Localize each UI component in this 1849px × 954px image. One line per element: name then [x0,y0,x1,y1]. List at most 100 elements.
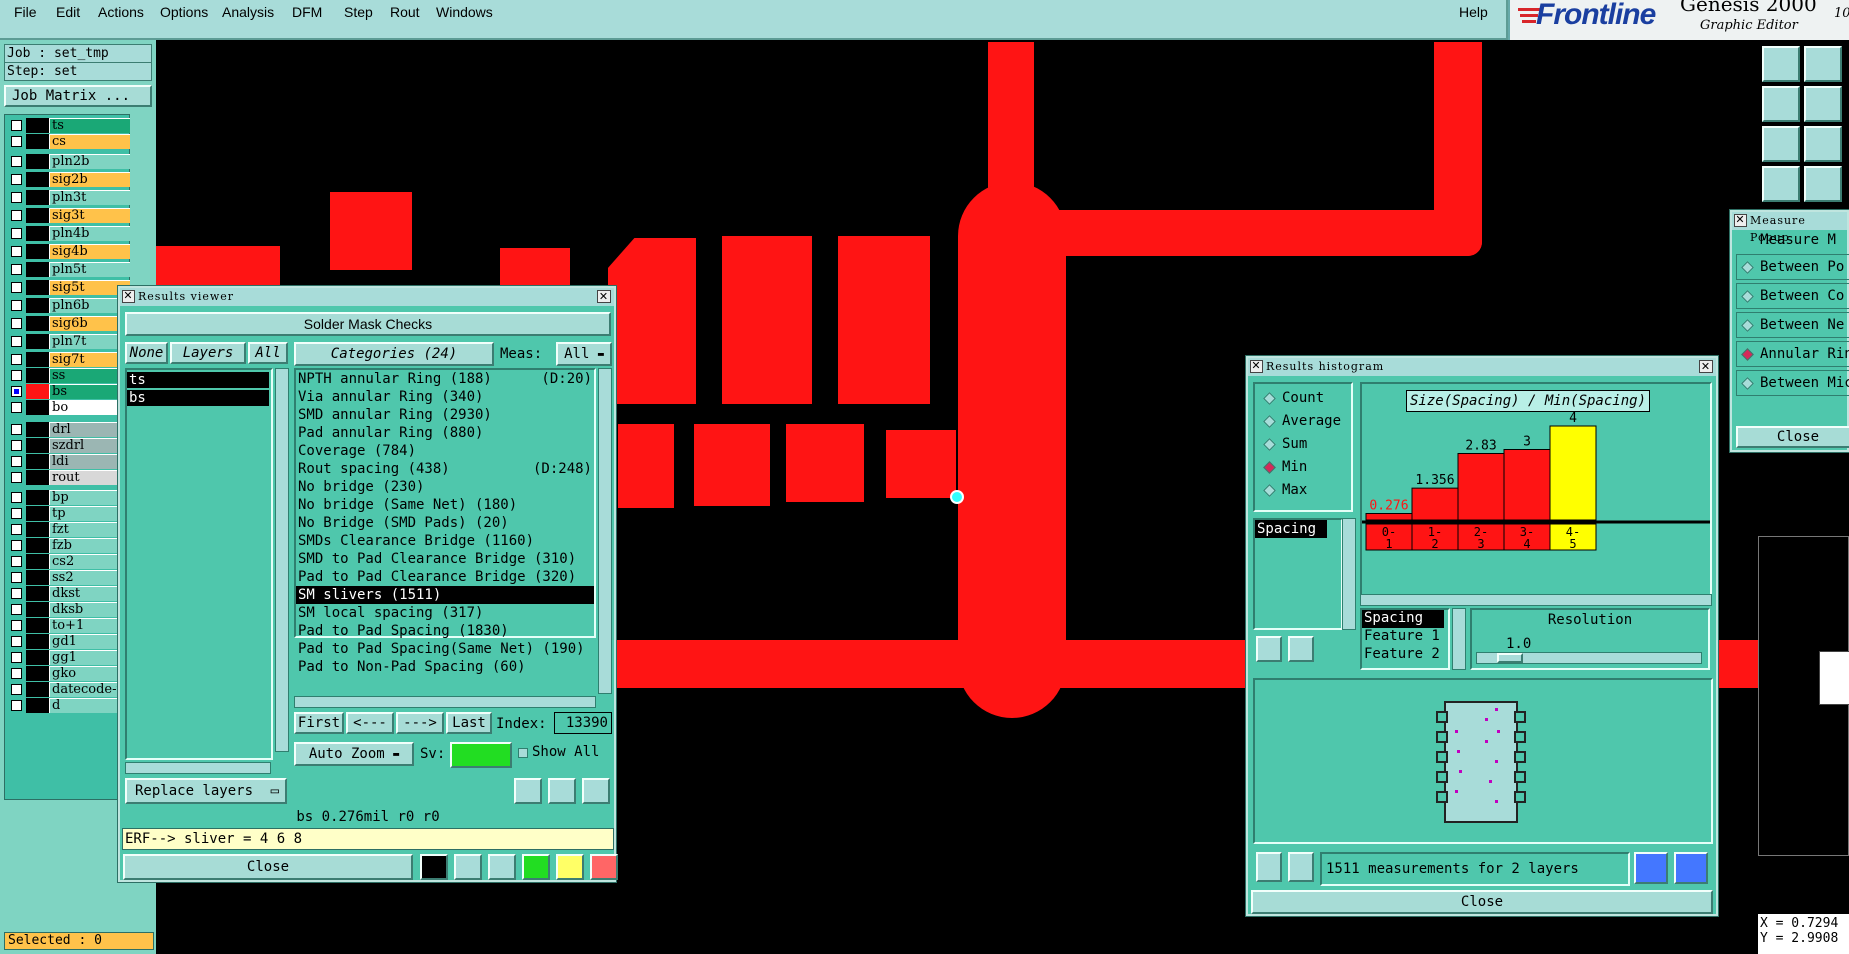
layer-checkbox[interactable] [11,472,22,483]
replace-layers-dropdown[interactable]: Replace layers ▭ [125,778,287,804]
menu-help[interactable]: Help [1459,4,1488,20]
chart-hscroll[interactable] [1360,594,1712,606]
layer-color-swatch[interactable] [26,172,50,187]
layer-color-swatch[interactable] [26,154,50,169]
layer-name[interactable]: pln4b [49,226,131,241]
measure-popup-titlebar[interactable]: ✕ Measure Popup [1732,212,1847,244]
histogram-bar[interactable] [1503,449,1551,521]
layer-name[interactable]: sig2b [49,172,131,187]
layer-color-swatch[interactable] [26,650,50,665]
layer-name[interactable]: sig4b [49,244,131,259]
layer-results-list[interactable]: ts bs [125,368,273,760]
layer-checkbox[interactable] [11,246,22,257]
layer-color-swatch[interactable] [26,226,50,241]
histogram-bar[interactable] [1549,425,1597,521]
category-item[interactable]: No bridge (230) [296,478,594,496]
layer-checkbox[interactable] [11,492,22,503]
layer-checkbox[interactable] [11,318,22,329]
category-item[interactable]: Pad to Pad Clearance Bridge (320) [296,568,594,586]
layer-preview[interactable] [1253,678,1713,844]
layer-row-pln5t[interactable]: pln5t [9,261,131,278]
layer-row-sig3t[interactable]: sig3t [9,207,131,224]
show-all-checkbox[interactable] [518,748,528,758]
layer-color-swatch[interactable] [26,602,50,617]
layer-row-pln7t[interactable]: pln7t [9,333,131,350]
slider-thumb[interactable] [1497,653,1523,663]
layer-checkbox[interactable] [11,684,22,695]
layer-row-ldi[interactable]: ldi [9,453,131,470]
layer-checkbox[interactable] [11,652,22,663]
layer-checkbox[interactable] [11,156,22,167]
layer-checkbox[interactable] [11,604,22,615]
layer-color-swatch[interactable] [26,384,50,399]
layer-checkbox[interactable] [11,354,22,365]
menu-windows[interactable]: Windows [436,4,493,20]
layer-color-swatch[interactable] [26,368,50,383]
layer-color-swatch[interactable] [26,490,50,505]
job-matrix-button[interactable]: Job Matrix ... [4,85,152,107]
layer-color-swatch[interactable] [26,522,50,537]
layer-color-swatch[interactable] [26,666,50,681]
ref-button[interactable] [548,778,576,804]
layer-checkbox[interactable] [11,228,22,239]
layer-checkbox[interactable] [11,524,22,535]
solder-mask-checks-header[interactable]: Solder Mask Checks [125,312,611,336]
prev-button[interactable]: <--- [346,712,394,734]
layer-checkbox[interactable] [11,456,22,467]
menu-analysis[interactable]: Analysis [222,4,274,20]
layer-color-swatch[interactable] [26,618,50,633]
layer-row-sig5t[interactable]: sig5t [9,279,131,296]
layer-row-pln2b[interactable]: pln2b [9,153,131,170]
window-menu-icon[interactable]: ✕ [1250,360,1263,373]
layer-checkbox[interactable] [11,300,22,311]
category-item[interactable]: Pad to Pad Spacing(Same Net) (190) [296,640,594,658]
layer-checkbox[interactable] [11,136,22,147]
layer-row-cs2[interactable]: cs2 [9,553,131,570]
measure-mode-4[interactable]: Between Mic [1736,370,1849,396]
measure-mode-3[interactable]: Annular Rin [1736,341,1849,367]
layer-row-to+1[interactable]: to+1 [9,617,131,634]
stat-radio-max[interactable]: Max [1263,482,1307,498]
layer-color-swatch[interactable] [26,682,50,697]
layer-color-swatch[interactable] [26,298,50,313]
layer-row-gko[interactable]: gko [9,665,131,682]
toolbar-grid-icon[interactable] [1804,166,1842,202]
layer-row-bo[interactable]: bo [9,399,131,416]
undo-button[interactable] [582,778,610,804]
layer-name[interactable]: sig3t [49,208,131,223]
layer-row-dksb[interactable]: dksb [9,601,131,618]
histogram-bar[interactable] [1365,513,1413,521]
layer-checkbox[interactable] [11,572,22,583]
layer-checkbox[interactable] [11,668,22,679]
last-button[interactable]: Last [446,712,492,734]
menu-rout[interactable]: Rout [390,4,420,20]
window-menu-icon[interactable]: ✕ [1734,214,1747,227]
category-item[interactable]: NPTH annular Ring (188) (D:20) [296,370,594,388]
histogram-icon[interactable] [420,854,448,880]
layer-row-sig6b[interactable]: sig6b [9,315,131,332]
layer-checkbox[interactable] [11,636,22,647]
measure-mode-0[interactable]: Between Po [1736,254,1849,280]
index-field[interactable]: 13390 [554,712,612,734]
layer-color-swatch[interactable] [26,244,50,259]
params-list[interactable]: Spacing Feature 1 Feature 2 [1360,608,1450,670]
export-icon[interactable] [1634,852,1668,884]
layer-color-swatch[interactable] [26,570,50,585]
category-item[interactable]: SM local spacing (317) [296,604,594,622]
layer-color-swatch[interactable] [26,334,50,349]
sv-color-dropdown[interactable] [450,742,512,768]
stat-radio-count[interactable]: Count [1263,390,1324,406]
category-item[interactable]: Pad to Non-Pad Spacing (60) [296,658,594,676]
layer-color-swatch[interactable] [26,208,50,223]
categories-hscroll[interactable] [294,696,596,708]
menu-step[interactable]: Step [344,4,373,20]
close-button[interactable]: Close [123,854,413,880]
stat-radio-sum[interactable]: Sum [1263,436,1307,452]
category-item[interactable]: No Bridge (SMD Pads) (20) [296,514,594,532]
layer-checkbox[interactable] [11,210,22,221]
meas-dropdown[interactable]: All ▬ [556,342,612,366]
menu-edit[interactable]: Edit [56,4,80,20]
layer-checkbox[interactable] [11,386,22,397]
layer-row-cs[interactable]: cs [9,133,131,150]
layer-checkbox[interactable] [11,282,22,293]
